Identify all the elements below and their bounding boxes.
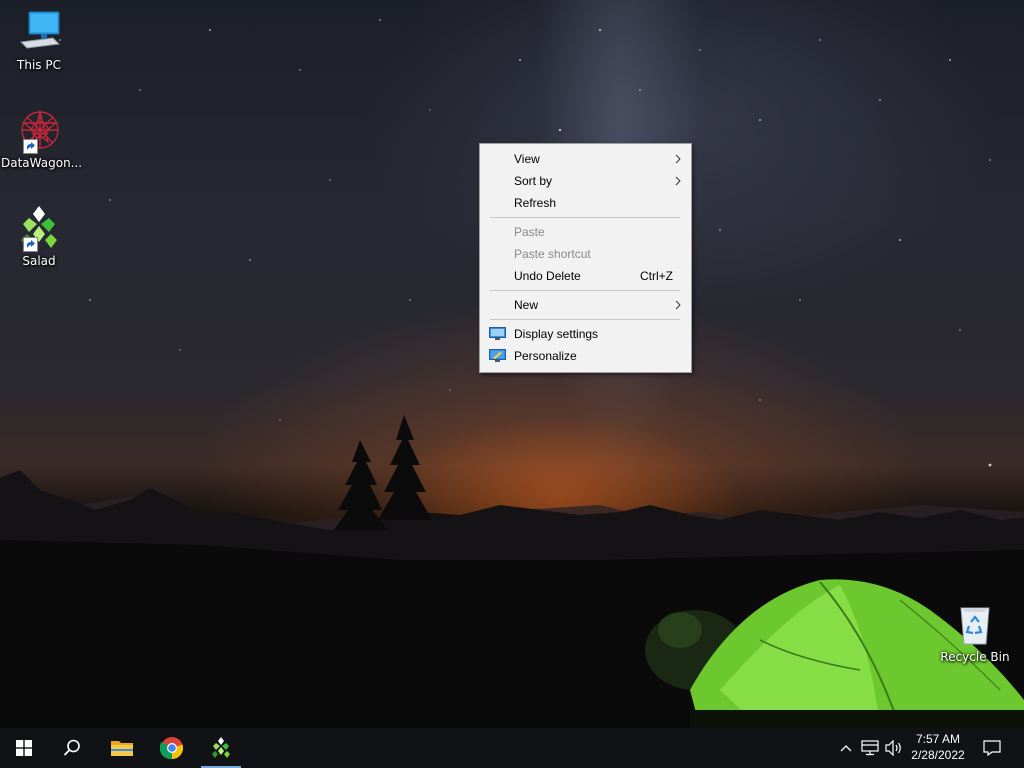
menu-item-view[interactable]: View: [480, 148, 691, 170]
recycle-bin-icon: [951, 600, 999, 648]
desktop-icon-label: This PC: [17, 58, 61, 72]
menu-item-refresh[interactable]: Refresh: [480, 192, 691, 214]
menu-item-undo-delete[interactable]: Undo Delete Ctrl+Z: [480, 265, 691, 287]
chevron-right-icon: [675, 154, 681, 164]
taskbar-salad[interactable]: [198, 728, 244, 768]
network-button[interactable]: [858, 728, 882, 768]
chevron-right-icon: [675, 176, 681, 186]
desktop-icon-this-pc[interactable]: This PC: [1, 8, 77, 72]
desktop-icon-recycle-bin[interactable]: Recycle Bin: [937, 600, 1013, 664]
menu-item-paste-shortcut[interactable]: Paste shortcut: [480, 243, 691, 265]
windows-start-icon: [16, 740, 32, 756]
datawagon-app-icon: [15, 106, 63, 154]
menu-item-paste[interactable]: Paste: [480, 221, 691, 243]
volume-icon: [885, 740, 901, 756]
search-icon: [63, 739, 80, 756]
display-settings-icon: [489, 327, 506, 340]
shortcut-arrow-icon: [23, 139, 38, 154]
desktop-icon-label: Salad: [22, 254, 56, 268]
menu-separator: [490, 319, 680, 320]
chevron-right-icon: [675, 300, 681, 310]
show-hidden-icons-button[interactable]: [836, 728, 856, 768]
volume-button[interactable]: [882, 728, 906, 768]
salad-app-icon: [15, 204, 63, 252]
start-button[interactable]: [1, 728, 47, 768]
chevron-up-icon: [840, 745, 852, 752]
file-explorer-icon: [111, 741, 133, 756]
menu-item-sort-by[interactable]: Sort by: [480, 170, 691, 192]
salad-taskbar-icon: [212, 737, 230, 758]
menu-item-personalize[interactable]: Personalize: [480, 345, 691, 367]
clock-date: 2/28/2022: [911, 748, 965, 762]
menu-separator: [490, 290, 680, 291]
desktop-icon-label: DataWagon...: [1, 156, 83, 170]
chrome-icon: [160, 737, 184, 760]
taskbar-file-explorer[interactable]: [99, 728, 145, 768]
personalize-icon: [489, 349, 506, 362]
computer-icon: [15, 8, 63, 56]
clock-time: 7:57 AM: [915, 732, 961, 746]
menu-item-shortcut: Ctrl+Z: [640, 269, 673, 283]
action-center-button[interactable]: [978, 728, 1008, 768]
menu-item-new[interactable]: New: [480, 294, 691, 316]
desktop-context-menu: View Sort by Refresh Paste Paste shortcu…: [479, 143, 692, 373]
taskbar-chrome[interactable]: [149, 728, 195, 768]
desktop-icon-datawagon[interactable]: DataWagon...: [1, 106, 82, 170]
search-button[interactable]: [48, 728, 94, 768]
network-icon: [861, 740, 879, 756]
desktop-icon-label: Recycle Bin: [940, 650, 1010, 664]
taskbar: 7:57 AM 2/28/2022: [0, 728, 1024, 768]
menu-separator: [490, 217, 680, 218]
menu-item-display-settings[interactable]: Display settings: [480, 323, 691, 345]
taskbar-clock[interactable]: 7:57 AM 2/28/2022: [904, 731, 972, 763]
notification-icon: [983, 740, 1001, 756]
shortcut-arrow-icon: [23, 237, 38, 252]
desktop-icon-salad[interactable]: Salad: [1, 204, 77, 268]
